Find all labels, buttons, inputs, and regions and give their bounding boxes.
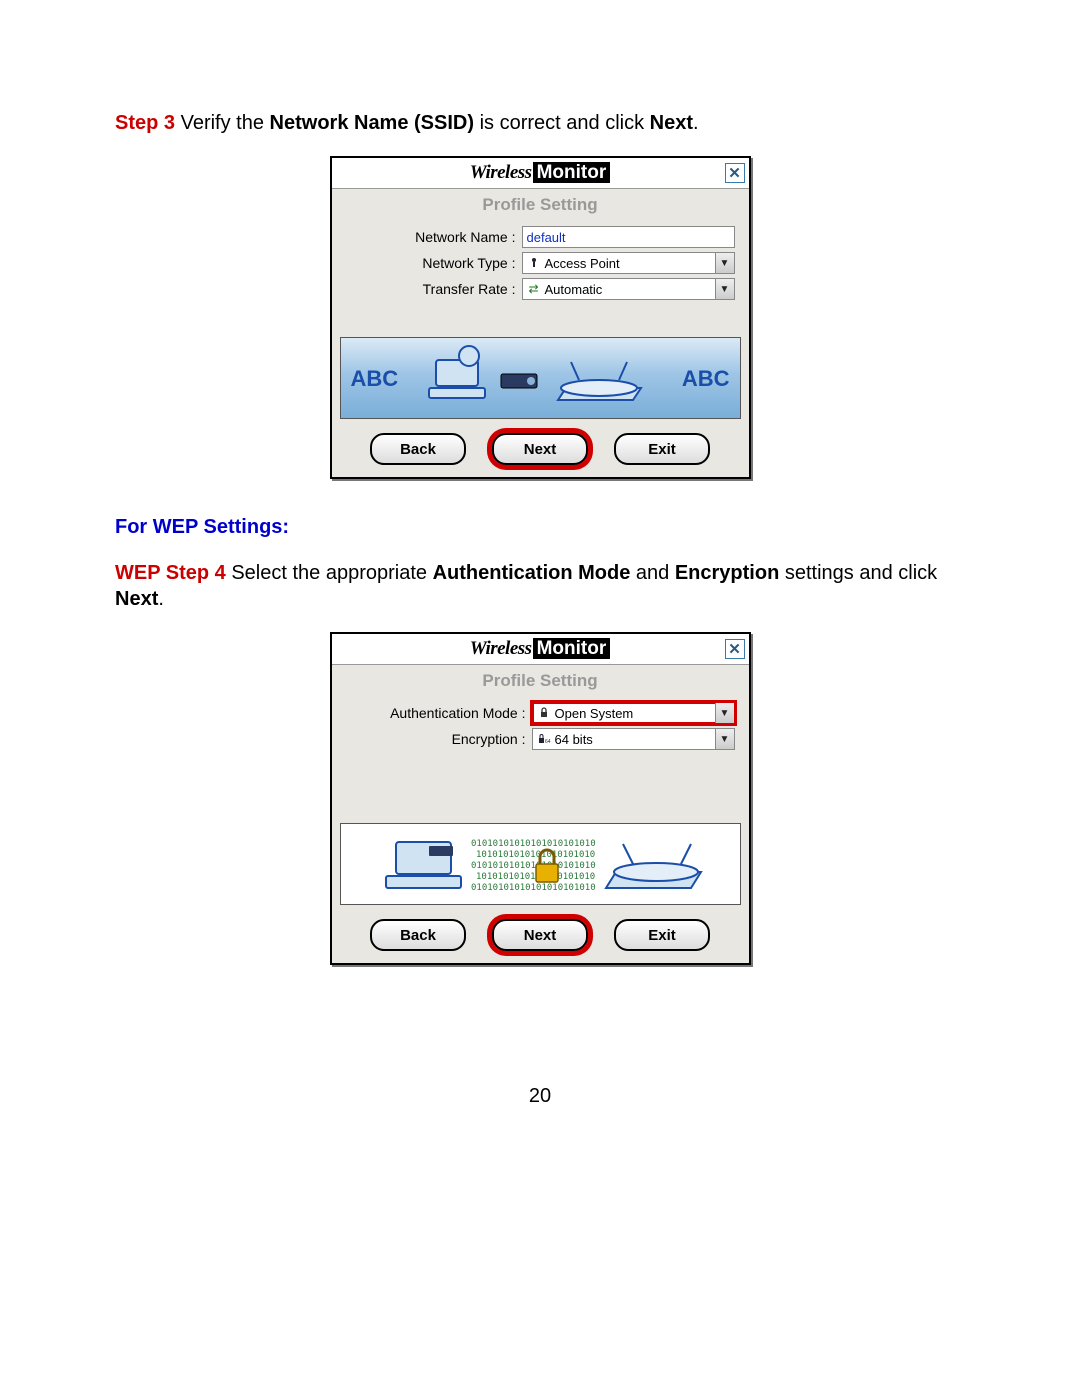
automatic-icon: ⇄ <box>527 282 541 296</box>
chevron-down-icon[interactable]: ▼ <box>715 253 734 273</box>
dialog1-buttons: Back Next Exit <box>332 427 749 477</box>
step4-label: WEP Step 4 <box>115 562 226 584</box>
wireless-monitor-dialog-2: WirelessMonitor ✕ Profile Setting Authen… <box>330 632 751 965</box>
page-number: 20 <box>115 1085 965 1108</box>
wep-settings-heading: For WEP Settings: <box>115 516 289 538</box>
svg-text:01010101010101010101010: 01010101010101010101010 <box>471 883 596 893</box>
dialog2-fields: Authentication Mode : Open System ▼ Encr… <box>332 700 749 818</box>
auth-mode-select[interactable]: Open System ▼ <box>532 702 735 724</box>
dialog2-banner: 01010101010101010101010 1010101010101010… <box>340 823 741 905</box>
title-wireless: WirelessMonitor <box>470 638 610 660</box>
dialog2-subtitle: Profile Setting <box>332 665 749 700</box>
dialog2-buttons: Back Next Exit <box>332 913 749 963</box>
back-button[interactable]: Back <box>370 919 466 951</box>
network-type-select[interactable]: Access Point ▼ <box>522 252 735 274</box>
dialog2-titlebar: WirelessMonitor ✕ <box>332 634 749 665</box>
dialog1-fields: Network Name : default Network Type : Ac… <box>332 224 749 332</box>
next-button[interactable]: Next <box>492 433 588 465</box>
encryption-label: Encryption : <box>346 731 532 747</box>
chevron-down-icon[interactable]: ▼ <box>715 279 734 299</box>
close-icon[interactable]: ✕ <box>725 639 745 659</box>
transfer-rate-label: Transfer Rate : <box>346 281 522 297</box>
banner-abc-left: ABC <box>351 366 399 392</box>
chevron-down-icon[interactable]: ▼ <box>715 703 734 723</box>
encryption-select[interactable]: 64 64 bits ▼ <box>532 728 735 750</box>
access-point-icon <box>527 257 541 269</box>
network-name-label: Network Name : <box>346 229 522 245</box>
exit-button[interactable]: Exit <box>614 433 710 465</box>
exit-button[interactable]: Exit <box>614 919 710 951</box>
lock-icon <box>537 707 551 719</box>
svg-text:01010101010101010101010: 01010101010101010101010 <box>471 839 596 849</box>
auth-mode-label: Authentication Mode : <box>346 705 532 721</box>
dialog1-titlebar: WirelessMonitor ✕ <box>332 158 749 189</box>
banner-abc-right: ABC <box>682 366 730 392</box>
network-type-label: Network Type : <box>346 255 522 271</box>
chevron-down-icon[interactable]: ▼ <box>715 729 734 749</box>
back-button[interactable]: Back <box>370 433 466 465</box>
step3-label: Step 3 <box>115 112 175 134</box>
transfer-rate-select[interactable]: ⇄ Automatic ▼ <box>522 278 735 300</box>
title-wireless: WirelessMonitor <box>470 162 610 184</box>
wireless-monitor-dialog-1: WirelessMonitor ✕ Profile Setting Networ… <box>330 156 751 479</box>
dialog1-subtitle: Profile Setting <box>332 189 749 224</box>
svg-text:01010101010101010101010: 01010101010101010101010 <box>471 861 596 871</box>
svg-text:64: 64 <box>545 739 551 745</box>
svg-text:1010101010101010101010: 1010101010101010101010 <box>476 850 595 860</box>
next-button[interactable]: Next <box>492 919 588 951</box>
dialog1-banner: ABC ABC <box>340 337 741 419</box>
step4-instruction: WEP Step 4 Select the appropriate Authen… <box>115 560 965 612</box>
step3-instruction: Step 3 Verify the Network Name (SSID) is… <box>115 110 965 136</box>
key-icon: 64 <box>537 733 551 745</box>
network-name-input[interactable]: default <box>522 226 735 248</box>
close-icon[interactable]: ✕ <box>725 163 745 183</box>
